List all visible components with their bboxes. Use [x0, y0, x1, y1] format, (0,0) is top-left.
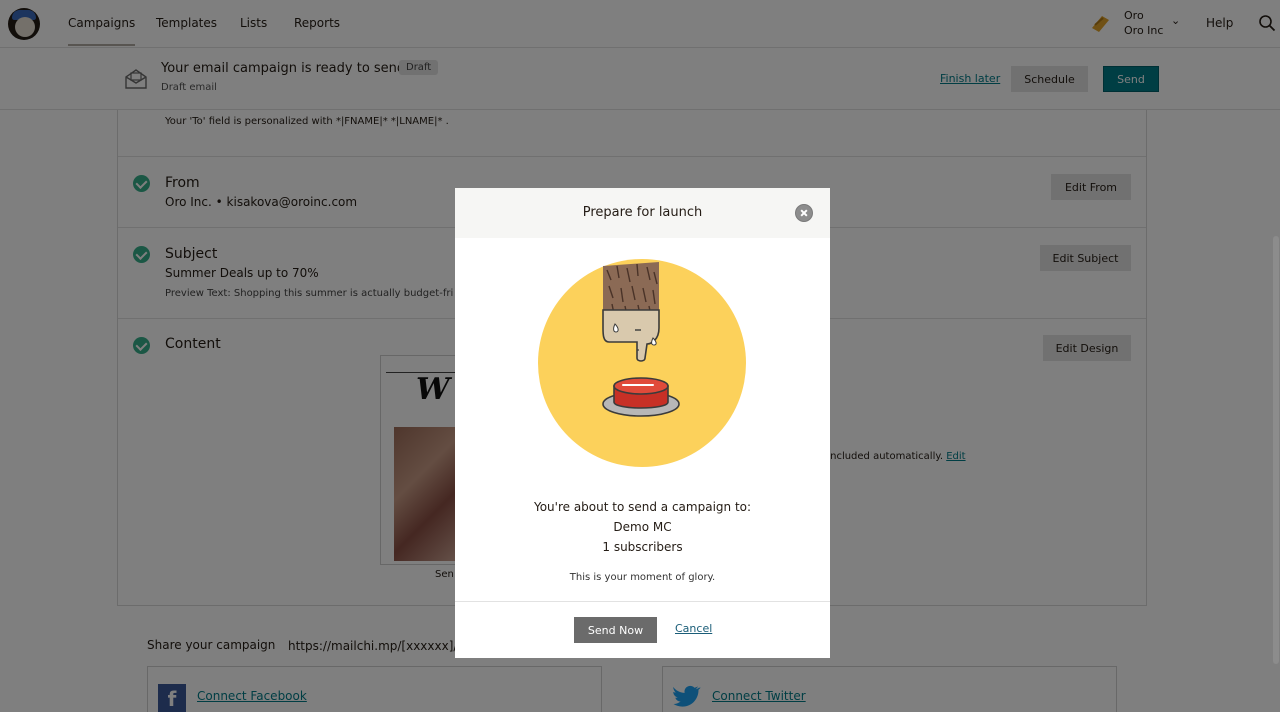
close-icon[interactable]: [795, 204, 813, 222]
glory-text: This is your moment of glory.: [569, 572, 716, 583]
launch-modal: Prepare for launch You're about to send …: [455, 188, 830, 658]
launch-button-illustration-icon: [538, 259, 746, 467]
cancel-link[interactable]: Cancel: [675, 622, 712, 635]
page-scrollbar[interactable]: [1273, 236, 1279, 664]
audience-name: Demo MC: [613, 520, 672, 534]
modal-title: Prepare for launch: [582, 205, 703, 220]
subscriber-count: 1 subscribers: [602, 540, 683, 554]
send-to-text: You're about to send a campaign to:: [533, 500, 752, 514]
modal-divider: [455, 601, 830, 602]
send-now-button[interactable]: Send Now: [574, 617, 657, 643]
modal-header: Prepare for launch: [455, 188, 830, 238]
